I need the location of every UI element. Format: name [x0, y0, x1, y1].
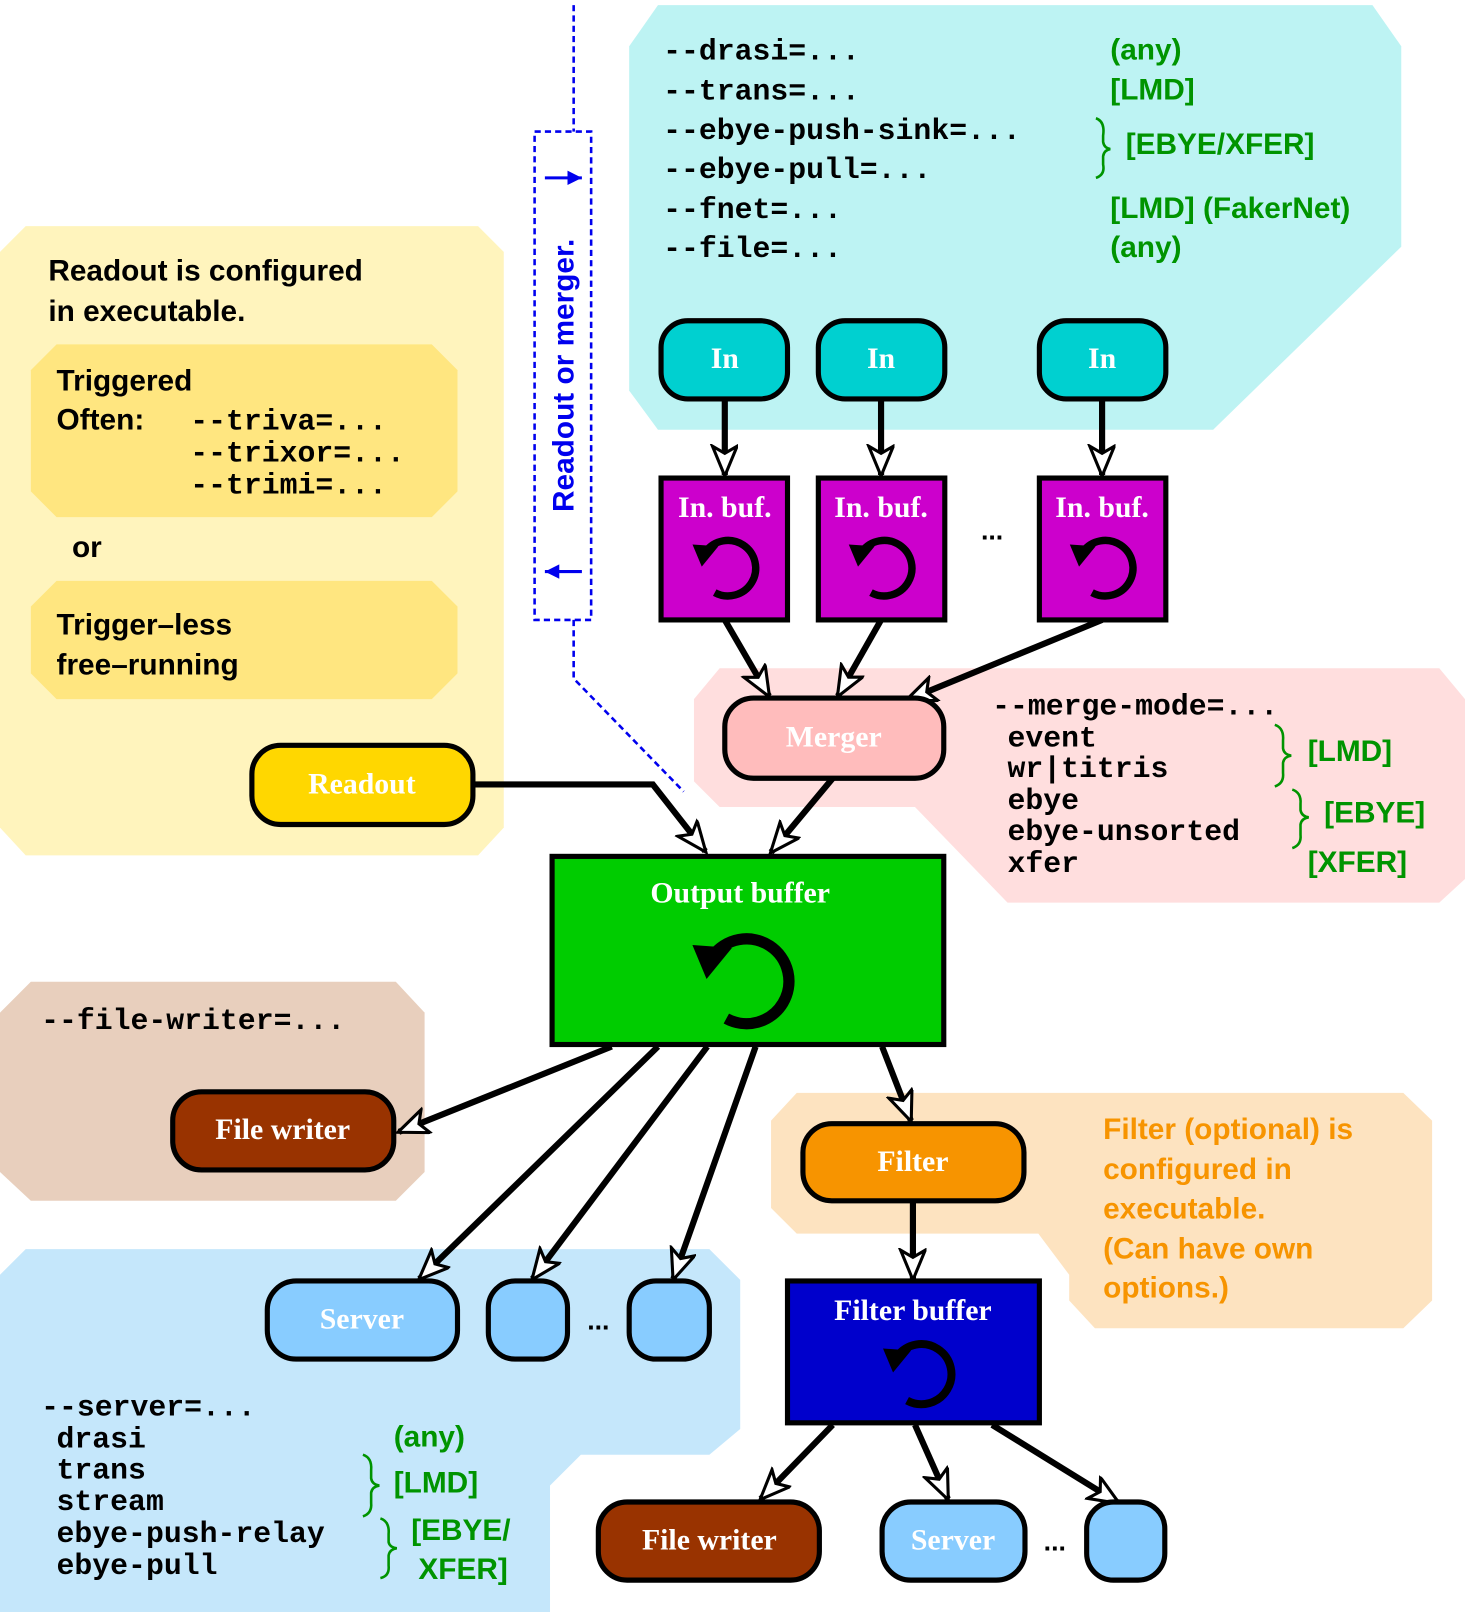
mode-event: event: [1008, 721, 1097, 755]
ellipsis: ...: [981, 516, 1003, 546]
readout-desc-1: Readout is configured: [48, 255, 363, 288]
note-lmd: [LMD]: [1308, 735, 1392, 768]
server-label: Server: [320, 1302, 404, 1335]
option-file-writer: --file-writer=...: [41, 1004, 345, 1038]
mode-ebye-unsorted: ebye-unsorted: [1008, 815, 1240, 849]
note-xfer: XFER]: [418, 1553, 507, 1586]
mode-xfer: xfer: [1008, 847, 1080, 881]
readout-node[interactable]: Readout: [249, 742, 476, 828]
output-buffer-label: Output buffer: [650, 877, 830, 910]
readout-or-merger-label: Readout or merger.: [548, 239, 581, 512]
output-buffer[interactable]: Output buffer: [549, 853, 947, 1048]
filter-server-node-2[interactable]: [1084, 1499, 1168, 1583]
readout-label: Readout: [308, 768, 416, 801]
input-buffer-label: In. buf.: [1055, 491, 1149, 524]
note-xfer: [XFER]: [1308, 846, 1407, 879]
option-fnet: --fnet=...: [663, 193, 842, 227]
file-writer-label: File writer: [215, 1113, 350, 1146]
option-server: --server=...: [41, 1391, 256, 1425]
filter-desc-line: options.): [1103, 1271, 1229, 1304]
note-ebye: [EBYE]: [1324, 796, 1425, 829]
option-file: --file=...: [663, 232, 842, 266]
input-node-label: In: [711, 342, 740, 375]
option-ebye-pull: --ebye-pull=...: [663, 153, 931, 187]
note-lmd-fakernet: [LMD] (FakerNet): [1110, 192, 1350, 225]
filter-buffer-label: Filter buffer: [834, 1294, 991, 1327]
triggerless-label-1: Trigger–less: [57, 608, 233, 641]
filter-desc-line: Filter (optional) is: [1103, 1113, 1353, 1146]
readout-desc-2: in executable.: [48, 295, 245, 328]
file-writer-label: File writer: [642, 1523, 777, 1556]
note-any: (any): [1110, 34, 1181, 67]
note-ebye: [EBYE/: [411, 1514, 510, 1547]
option-drasi: --drasi=...: [663, 35, 860, 69]
server-label: Server: [911, 1523, 995, 1556]
filter-node[interactable]: Filter: [800, 1121, 1027, 1204]
merger-node[interactable]: Merger: [722, 695, 947, 781]
triggered-label: Triggered: [57, 365, 193, 398]
server-type: ebye-push-relay: [57, 1517, 325, 1551]
often-label: Often:: [57, 404, 145, 437]
filter-desc-line: (Can have own: [1103, 1232, 1313, 1265]
filter-buffer[interactable]: Filter buffer: [784, 1278, 1042, 1426]
option-triva: --triva=...: [190, 405, 387, 439]
server-type: trans: [57, 1453, 146, 1487]
input-node-1[interactable]: In: [658, 318, 791, 402]
or-label: or: [72, 531, 102, 564]
server-node-2[interactable]: [485, 1278, 571, 1362]
filter-server-node[interactable]: Server: [879, 1499, 1028, 1583]
input-node-3[interactable]: In: [1036, 318, 1169, 402]
option-ebye-push-sink: --ebye-push-sink=...: [663, 114, 1021, 148]
server-node[interactable]: Server: [264, 1278, 461, 1362]
data-flow-diagram: --drasi=... --trans=... --ebye-push-sink…: [0, 5, 1465, 1612]
filter-desc-line: configured in: [1103, 1153, 1292, 1186]
ellipsis: ...: [587, 1305, 609, 1335]
ellipsis: ...: [1044, 1526, 1066, 1556]
option-trans: --trans=...: [663, 75, 860, 109]
input-buffer-2[interactable]: In. buf.: [815, 475, 948, 623]
note-any-file: (any): [1110, 231, 1181, 264]
note-lmd: [LMD]: [1110, 74, 1194, 107]
option-trimi: --trimi=...: [190, 468, 387, 502]
option-trixor: --trixor=...: [190, 437, 405, 471]
server-type: ebye-pull: [57, 1549, 218, 1583]
file-writer-node[interactable]: File writer: [170, 1089, 397, 1173]
filter-desc-line: executable.: [1103, 1192, 1265, 1225]
input-node-2[interactable]: In: [815, 318, 948, 402]
input-buffer-3[interactable]: In. buf.: [1036, 475, 1169, 623]
option-merge-mode: --merge-mode=...: [992, 690, 1278, 724]
mode-ebye: ebye: [1008, 784, 1080, 818]
merger-label: Merger: [786, 720, 882, 753]
input-buffer-label: In. buf.: [834, 491, 928, 524]
input-node-label: In: [1088, 342, 1117, 375]
server-type: stream: [57, 1485, 164, 1519]
filter-file-writer-node[interactable]: File writer: [595, 1499, 822, 1583]
note-ebye-xfer: [EBYE/XFER]: [1126, 128, 1315, 161]
server-type: drasi: [57, 1423, 146, 1457]
mode-wr-titris: wr|titris: [1008, 752, 1169, 786]
triggerless-label-2: free–running: [57, 648, 239, 681]
input-buffer-1[interactable]: In. buf.: [658, 475, 791, 623]
note-any: (any): [394, 1420, 465, 1453]
input-buffer-label: In. buf.: [678, 491, 772, 524]
note-lmd: [LMD]: [394, 1467, 478, 1500]
server-node-3[interactable]: [626, 1278, 712, 1362]
input-node-label: In: [867, 342, 896, 375]
filter-label: Filter: [877, 1145, 948, 1178]
